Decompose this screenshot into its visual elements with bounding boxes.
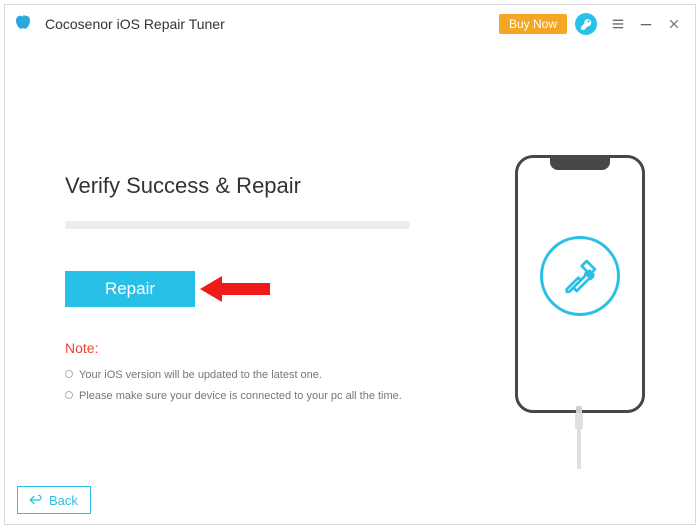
close-button[interactable]: [663, 13, 685, 35]
note-list: Your iOS version will be updated to the …: [65, 365, 402, 407]
bullet-icon: [65, 391, 73, 399]
minimize-button[interactable]: [635, 13, 657, 35]
note-label: Note:: [65, 340, 98, 356]
title-bar: Cocosenor iOS Repair Tuner Buy Now: [5, 5, 695, 43]
menu-button[interactable]: [607, 13, 629, 35]
repair-button[interactable]: Repair: [65, 271, 195, 307]
screwdriver-wrench-icon: [560, 256, 600, 296]
app-logo-icon: [13, 12, 37, 36]
note-text: Please make sure your device is connecte…: [79, 390, 402, 402]
app-title: Cocosenor iOS Repair Tuner: [45, 16, 225, 32]
key-icon: [580, 18, 593, 31]
tools-circle-icon: [540, 236, 620, 316]
arrow-annotation-icon: [200, 276, 270, 302]
note-item: Please make sure your device is connecte…: [65, 386, 402, 407]
phone-illustration: [515, 155, 645, 413]
page-heading: Verify Success & Repair: [65, 173, 301, 199]
content-area: Verify Success & Repair Repair Note: You…: [5, 43, 695, 524]
progress-bar: [65, 221, 410, 229]
buy-now-button[interactable]: Buy Now: [499, 14, 567, 34]
close-icon: [668, 18, 680, 30]
cable-icon: [575, 413, 583, 429]
phone-notch-icon: [550, 158, 610, 170]
menu-icon: [611, 17, 625, 31]
note-item: Your iOS version will be updated to the …: [65, 365, 402, 386]
back-label: Back: [49, 493, 78, 508]
bullet-icon: [65, 370, 73, 378]
app-window: Cocosenor iOS Repair Tuner Buy Now Verif…: [4, 4, 696, 525]
note-text: Your iOS version will be updated to the …: [79, 369, 322, 381]
register-key-button[interactable]: [575, 13, 597, 35]
back-button[interactable]: Back: [17, 486, 91, 514]
minimize-icon: [639, 17, 653, 31]
back-arrow-icon: [26, 493, 44, 507]
